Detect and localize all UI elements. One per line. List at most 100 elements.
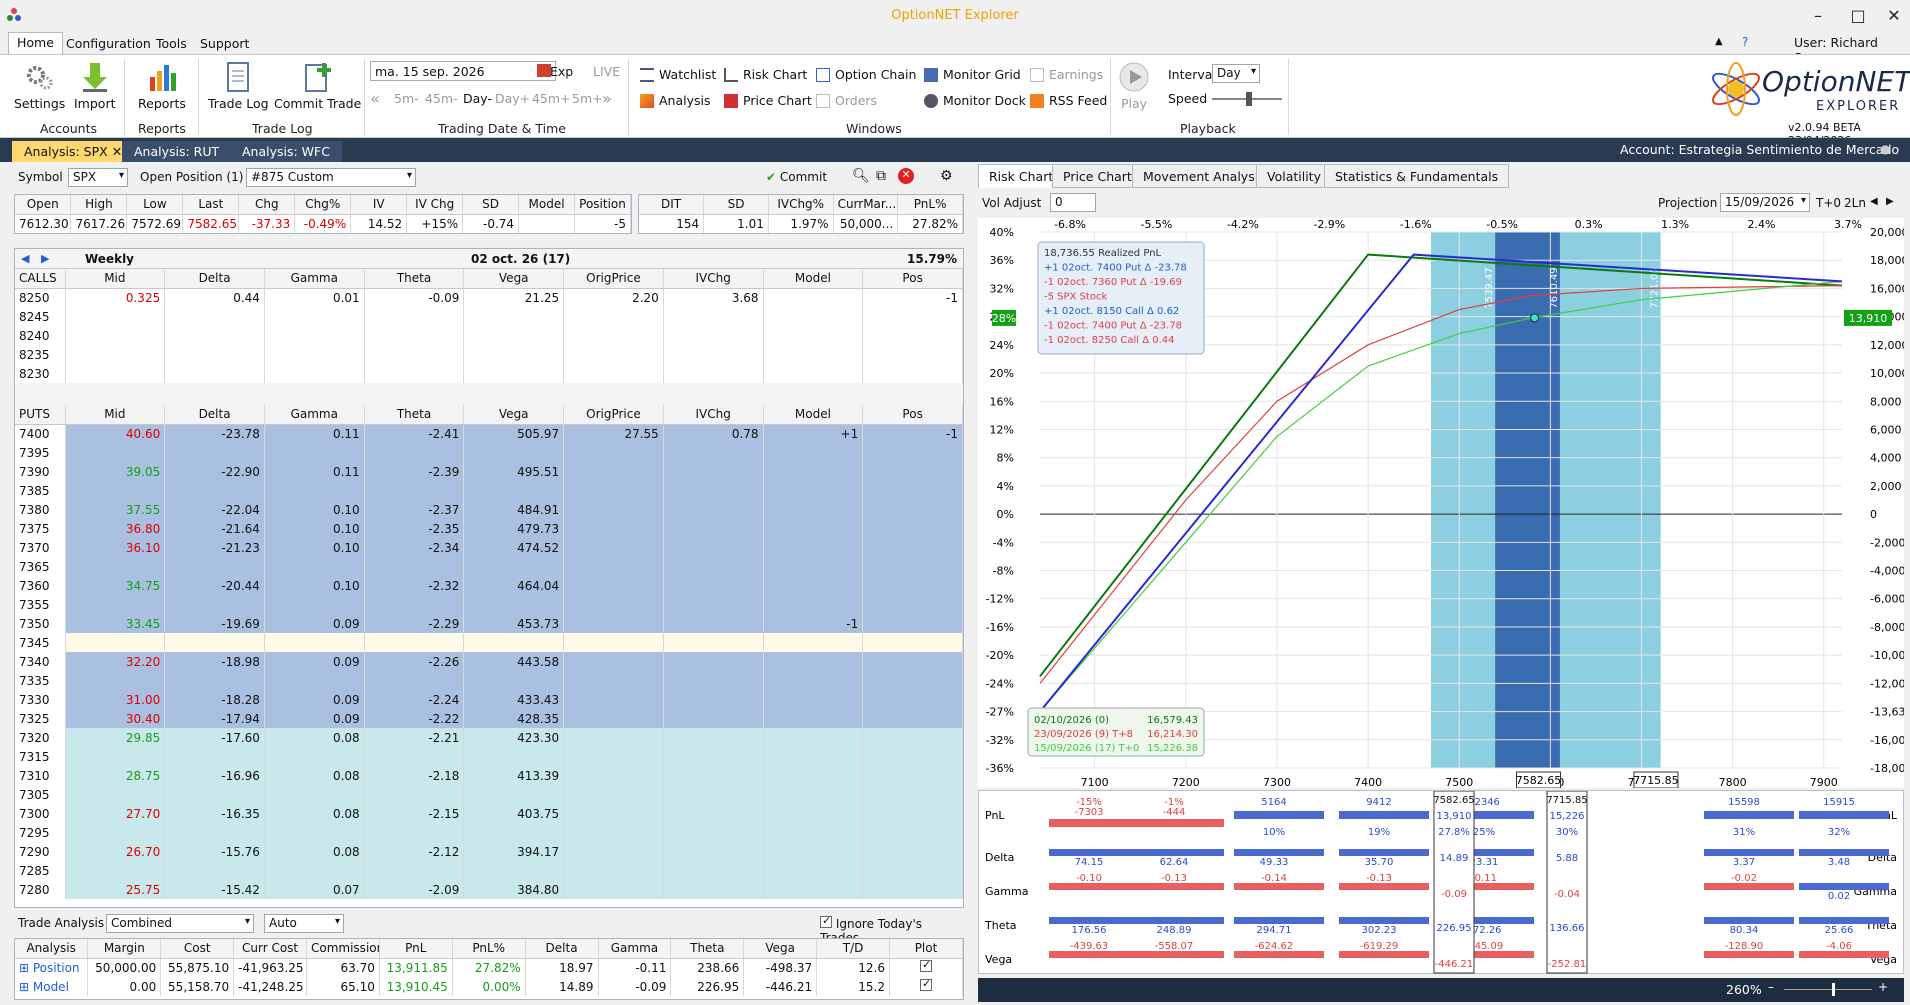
chain-row[interactable]: 8240 — [15, 326, 963, 345]
chain-row[interactable]: 7285 — [15, 861, 963, 880]
option-chain-button[interactable]: Option Chain — [816, 67, 916, 82]
chain-row[interactable]: 7305 — [15, 785, 963, 804]
monitor-grid-button[interactable]: Monitor Grid — [924, 67, 1021, 82]
import-button[interactable]: Import — [74, 61, 116, 111]
risk-chart-svg[interactable]: 40%20,00036%18,00032%16,00028%14,00024%1… — [978, 218, 1910, 789]
chain-row[interactable]: 8230 — [15, 364, 963, 383]
tab-volatility[interactable]: Volatility — [1256, 164, 1332, 188]
chain-row[interactable]: 7325 30.40 -17.94 0.09 -2.22 428.35 — [15, 709, 963, 728]
analysis-button[interactable]: Analysis — [640, 93, 711, 108]
chain-row[interactable]: 7350 33.45 -19.69 0.09 -2.29 453.73 -1 — [15, 614, 963, 633]
chain-row[interactable]: 7340 32.20 -18.98 0.09 -2.26 443.58 — [15, 652, 963, 671]
trade-analysis-mode-select[interactable]: Combined — [106, 914, 254, 933]
minimize-icon[interactable]: – — [1800, 4, 1836, 26]
chain-row[interactable]: 7330 31.00 -18.28 0.09 -2.24 433.43 — [15, 690, 963, 709]
chain-row[interactable]: 7345 — [15, 633, 963, 652]
chain-row[interactable]: 7380 37.55 -22.04 0.10 -2.37 484.91 — [15, 500, 963, 519]
speed-slider[interactable] — [1212, 92, 1282, 106]
date-field[interactable]: ma. 15 sep. 2026 — [370, 61, 556, 81]
zoom-out-icon[interactable]: – — [1768, 980, 1774, 994]
chain-row[interactable]: 7400 40.60 -23.78 0.11 -2.41 505.97 27.55 0.78 +… — [15, 424, 963, 443]
price-chart-button[interactable]: Price Chart — [724, 93, 812, 108]
chain-row[interactable]: 8245 — [15, 307, 963, 326]
menu-support[interactable]: Support — [192, 34, 257, 54]
trade-log-button[interactable]: Trade Log — [208, 61, 269, 111]
tab-movement-analysis[interactable]: Movement Analysis — [1132, 164, 1276, 188]
zoom-in-icon[interactable]: + — [1878, 980, 1888, 994]
close-window-icon[interactable]: ✕ — [1876, 4, 1910, 26]
rss-feed-button[interactable]: RSS Feed — [1030, 93, 1107, 108]
chain-row[interactable]: 7310 28.75 -16.96 0.08 -2.18 413.39 — [15, 766, 963, 785]
symbol-select[interactable]: SPX — [68, 168, 128, 187]
chain-row[interactable]: 7335 — [15, 671, 963, 690]
close-tab-icon[interactable]: ✕ — [112, 144, 122, 159]
plot-checkbox[interactable] — [920, 977, 932, 991]
live-button[interactable]: LIVE — [593, 64, 620, 79]
step-45m-fwd[interactable]: 45m+ — [532, 91, 571, 106]
tab-analysis-wfc[interactable]: Analysis: WFC — [230, 141, 342, 162]
ta-row[interactable]: ⊞ Position 50,000.00 55,875.10 -41,963.25 63… — [15, 958, 963, 977]
menu-tools[interactable]: Tools — [148, 34, 195, 54]
zoom-icon[interactable]: 🔍︎ — [852, 168, 870, 184]
chain-row[interactable]: 8235 — [15, 345, 963, 364]
layout-icon[interactable]: ⧉ — [876, 168, 886, 184]
chain-row[interactable]: 7390 39.05 -22.90 0.11 -2.39 495.51 — [15, 462, 963, 481]
risk-chart[interactable]: 40%20,00036%18,00032%16,00028%14,00024%1… — [978, 218, 1910, 789]
tab-analysis-rut[interactable]: Analysis: RUT — [122, 141, 232, 162]
prev-expiry-icon[interactable]: ◀ — [21, 252, 29, 265]
tab-statistics[interactable]: Statistics & Fundamentals — [1324, 164, 1510, 188]
step-5m-fwd[interactable]: 5m+ — [572, 91, 603, 106]
projection-date-select[interactable]: 15/09/2026 — [1720, 193, 1810, 212]
chain-row[interactable]: 8250 0.325 0.44 0.01 -0.09 21.25 2.20 3.68 -1 — [15, 288, 963, 307]
collapse-ribbon-icon[interactable]: ▲ — [1715, 36, 1723, 47]
maximize-icon[interactable]: □ — [1840, 4, 1876, 26]
plot-checkbox[interactable] — [920, 958, 932, 973]
tab-price-chart[interactable]: Price Chart — [1052, 164, 1143, 188]
chain-row[interactable]: 7365 — [15, 557, 963, 576]
commit-trade-button[interactable]: Commit Trade — [274, 61, 361, 111]
chain-row[interactable]: 7395 — [15, 443, 963, 462]
vol-adjust-input[interactable]: 0 — [1050, 193, 1096, 212]
monitor-dock-button[interactable]: Monitor Dock — [924, 93, 1026, 108]
earnings-button[interactable]: Earnings — [1030, 67, 1103, 82]
play-button[interactable]: Play — [1118, 61, 1150, 111]
forward-chevron-icon[interactable]: » — [602, 89, 612, 108]
chain-row[interactable]: 7300 27.70 -16.35 0.08 -2.15 403.75 — [15, 804, 963, 823]
risk-chart-button[interactable]: Risk Chart — [724, 67, 807, 82]
step-45m-back[interactable]: 45m- — [425, 91, 458, 106]
zoom-slider[interactable] — [1784, 983, 1872, 996]
step-day-fwd[interactable]: Day+ — [495, 91, 530, 106]
chain-row[interactable]: 7355 — [15, 595, 963, 614]
reports-button[interactable]: Reports — [138, 61, 186, 111]
tab-analysis-spx[interactable]: Analysis: SPX ✕ — [12, 141, 135, 162]
chain-row[interactable]: 7295 — [15, 823, 963, 842]
help-icon[interactable]: ? — [1742, 35, 1748, 49]
chain-row[interactable]: 7385 — [15, 481, 963, 500]
chain-row[interactable]: 7315 — [15, 747, 963, 766]
next-projection-icon[interactable]: ▶ — [1886, 196, 1894, 207]
menu-configuration[interactable]: Configuration — [58, 34, 159, 54]
chain-row[interactable]: 7360 34.75 -20.44 0.10 -2.32 464.04 — [15, 576, 963, 595]
prev-projection-icon[interactable]: ◀ — [1870, 196, 1878, 207]
next-expiry-icon[interactable]: ▶ — [41, 252, 49, 265]
watchlist-button[interactable]: Watchlist — [640, 67, 716, 82]
exp-button[interactable]: Exp — [550, 64, 573, 79]
chain-row[interactable]: 7320 29.85 -17.60 0.08 -2.21 423.30 — [15, 728, 963, 747]
calendar-icon[interactable] — [537, 64, 551, 77]
commit-button[interactable]: ✔ Commit — [766, 170, 827, 184]
position-select[interactable]: #875 Custom — [246, 168, 416, 187]
ta-row[interactable]: ⊞ Model 0.00 55,158.70 -41,248.25 65.10 13,91… — [15, 977, 963, 996]
settings-gear-icon[interactable]: ⚙ — [940, 168, 953, 184]
chain-row[interactable]: 7290 26.70 -15.76 0.08 -2.12 394.17 — [15, 842, 963, 861]
chain-row[interactable]: 7370 36.10 -21.23 0.10 -2.34 474.52 — [15, 538, 963, 557]
step-5m-back[interactable]: 5m- — [394, 91, 419, 106]
chain-row[interactable]: 7375 36.80 -21.64 0.10 -2.35 479.73 — [15, 519, 963, 538]
step-day-back[interactable]: Day- — [463, 91, 492, 106]
trade-analysis-auto-select[interactable]: Auto — [264, 914, 344, 933]
chain-row[interactable]: 7280 25.75 -15.42 0.07 -2.09 384.80 — [15, 880, 963, 899]
orders-button[interactable]: Orders — [816, 93, 877, 108]
back-chevron-icon[interactable]: « — [370, 89, 380, 108]
settings-button[interactable]: Settings — [14, 61, 65, 111]
delete-icon[interactable]: ✕ — [898, 168, 914, 184]
menu-home[interactable]: Home — [8, 32, 63, 54]
